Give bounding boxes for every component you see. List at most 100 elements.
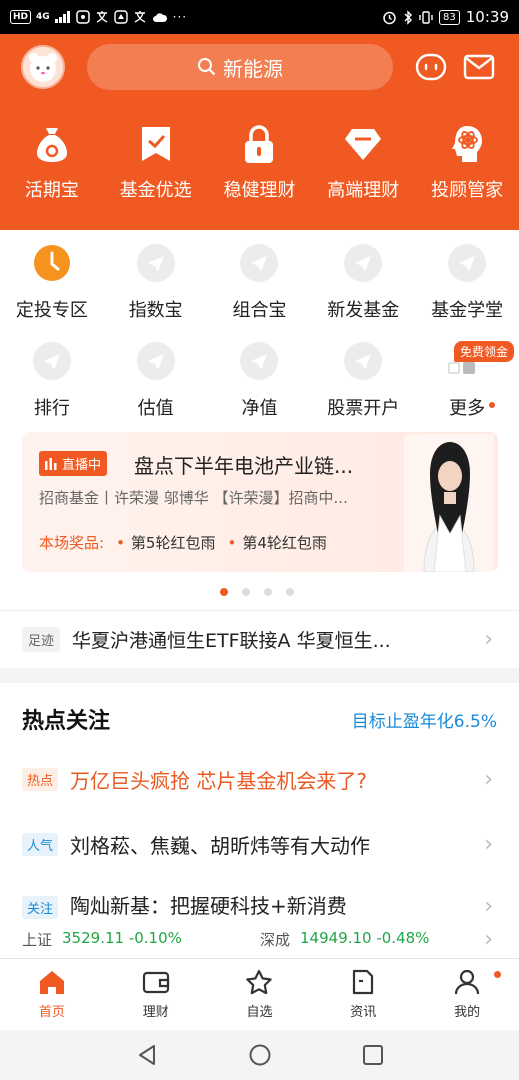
- status-bar: HD 4G ··· 83 10:39: [0, 0, 519, 34]
- home-circle-icon[interactable]: [249, 1044, 271, 1066]
- search-text: 新能源: [223, 56, 283, 81]
- battery-indicator: 83: [439, 9, 460, 25]
- bottom-navigation: 首页 理财 自选 资讯 我的: [0, 958, 519, 1030]
- mail-icon: [463, 54, 495, 80]
- nav-news[interactable]: 资讯: [311, 959, 415, 1030]
- hot-text: 陶灿新基：把握硬科技+新消费: [70, 894, 347, 918]
- clock-icon: [33, 245, 70, 281]
- menu-item-label: 估值: [137, 398, 174, 419]
- hot-item[interactable]: 关注 陶灿新基：把握硬科技+新消费 ›: [0, 879, 519, 919]
- back-icon[interactable]: [136, 1044, 158, 1066]
- chevron-right-icon: ›: [484, 627, 493, 652]
- signal-label: 4G: [36, 12, 50, 22]
- hot-item[interactable]: 人气 刘格菘、焦巍、胡昕炜等有大动作 ›: [0, 814, 519, 874]
- hot-item[interactable]: 热点 万亿巨头疯抢 芯片基金机会来了? ›: [0, 749, 519, 809]
- nav-watchlist[interactable]: 自选: [208, 959, 312, 1030]
- target-profit-link[interactable]: 目标止盈年化6.5%: [352, 707, 497, 732]
- lock-icon: [245, 125, 274, 163]
- nav-label: 我的: [454, 1005, 481, 1020]
- chat-app-icon: [75, 10, 90, 24]
- menu-item-fund-school[interactable]: 基金学堂: [415, 244, 519, 322]
- advisor-icon: [452, 126, 483, 162]
- nav-wealth[interactable]: 理财: [104, 959, 208, 1030]
- index-value: 3529.11 -0.10%: [62, 928, 182, 947]
- app-icon: [113, 10, 128, 24]
- nav-home[interactable]: 首页: [0, 959, 104, 1030]
- pager-dot[interactable]: [264, 588, 272, 596]
- placeholder-icon: [43, 354, 60, 370]
- quick-link-stable[interactable]: 稳健理财: [208, 124, 312, 202]
- menu-item-dingtou[interactable]: 定投专区: [0, 244, 104, 322]
- pager-dot-active[interactable]: [220, 588, 228, 596]
- index-name: 上证: [22, 930, 53, 949]
- menu-item-label: 基金学堂: [431, 300, 504, 321]
- prize-item: 第5轮红包雨: [116, 532, 216, 553]
- translate-icon: [96, 11, 107, 23]
- search-icon: [198, 58, 216, 76]
- bluetooth-icon: [404, 9, 413, 25]
- star-icon: [246, 969, 273, 995]
- footprint-tag: 足迹: [22, 627, 61, 652]
- menu-item-estimate[interactable]: 估值: [104, 342, 208, 420]
- chevron-right-icon: ›: [484, 926, 493, 952]
- quick-link-label: 基金优选: [119, 180, 192, 201]
- live-title: 盘点下半年电池产业链...: [134, 454, 354, 478]
- home-icon: [39, 971, 64, 994]
- pager-dot[interactable]: [242, 588, 250, 596]
- search-bar[interactable]: 新能源: [87, 44, 393, 90]
- diamond-icon: [345, 129, 382, 160]
- messages-button[interactable]: [462, 50, 496, 84]
- pager-dot[interactable]: [286, 588, 294, 596]
- money-bag-icon: [36, 128, 67, 162]
- placeholder-icon: [355, 256, 372, 272]
- primary-quick-links: 活期宝 基金优选 稳健理财 高端理财 投顾管家: [0, 124, 519, 202]
- menu-item-label: 组合宝: [232, 300, 287, 321]
- placeholder-icon: [459, 256, 476, 272]
- placeholder-icon: [251, 256, 268, 272]
- presenter-photo: [404, 434, 494, 572]
- menu-item-open-account[interactable]: 股票开户: [311, 342, 415, 420]
- quick-link-label: 活期宝: [24, 180, 79, 201]
- menu-item-zhishubao[interactable]: 指数宝: [104, 244, 208, 322]
- placeholder-icon: [355, 354, 372, 370]
- recents-icon[interactable]: [362, 1044, 384, 1066]
- live-stream-card[interactable]: 直播中 盘点下半年电池产业链... 招商基金丨许荣漫 邬博华 【许荣漫】招商中.…: [22, 432, 498, 572]
- avatar-face-icon: [29, 53, 57, 82]
- wallet-icon: [142, 971, 169, 994]
- translate-icon-2: [134, 11, 145, 23]
- system-navigation: [0, 1030, 519, 1080]
- clock: 10:39: [465, 8, 509, 26]
- menu-row-1: 定投专区 指数宝 组合宝 新发基金 基金学堂: [0, 244, 519, 322]
- nav-me[interactable]: 我的: [415, 959, 519, 1030]
- menu-item-zuhebao[interactable]: 组合宝: [208, 244, 312, 322]
- hot-text: 万亿巨头疯抢 芯片基金机会来了?: [70, 768, 367, 793]
- menu-item-ranking[interactable]: 排行: [0, 342, 104, 420]
- menu-item-new-funds[interactable]: 新发基金: [311, 244, 415, 322]
- app-header: 新能源 活期宝 基金优选 稳健理财 高端理财 投顾管家: [0, 34, 519, 230]
- follow-tag: 关注: [22, 896, 59, 919]
- customer-service-button[interactable]: [414, 50, 448, 84]
- hot-text: 刘格菘、焦巍、胡昕炜等有大动作: [70, 833, 371, 858]
- nav-label: 资讯: [350, 1005, 377, 1020]
- free-gold-badge[interactable]: 免费领金: [454, 341, 515, 362]
- menu-item-nav[interactable]: 净值: [208, 342, 312, 420]
- avatar[interactable]: [21, 45, 65, 89]
- quick-link-label: 稳健理财: [223, 180, 296, 201]
- prize-row: 本场奖品: 第5轮红包雨 第4轮红包雨: [39, 532, 327, 553]
- quick-link-fund-select[interactable]: 基金优选: [104, 124, 208, 202]
- placeholder-icon: [147, 354, 164, 370]
- more-label: 更多: [449, 398, 486, 419]
- placeholder-icon: [147, 256, 164, 272]
- notification-dot: [493, 971, 501, 978]
- quick-link-huoqibao[interactable]: 活期宝: [0, 124, 104, 202]
- quick-link-advisor[interactable]: 投顾管家: [415, 124, 519, 202]
- index-ticker[interactable]: 上证 3529.11 -0.10% 深成 14949.10 -0.48% ›: [0, 922, 519, 956]
- menu-item-label: 排行: [33, 398, 70, 419]
- network-type: HD: [10, 10, 32, 24]
- footprint-row[interactable]: 足迹 华夏沪港通恒生ETF联接A 华夏恒生... ›: [0, 610, 519, 668]
- more-notifications-icon: ···: [172, 10, 188, 24]
- menu-item-label: 指数宝: [128, 300, 183, 321]
- quick-link-premium[interactable]: 高端理财: [311, 124, 415, 202]
- chevron-right-icon: ›: [484, 831, 493, 857]
- nav-label: 理财: [142, 1005, 169, 1020]
